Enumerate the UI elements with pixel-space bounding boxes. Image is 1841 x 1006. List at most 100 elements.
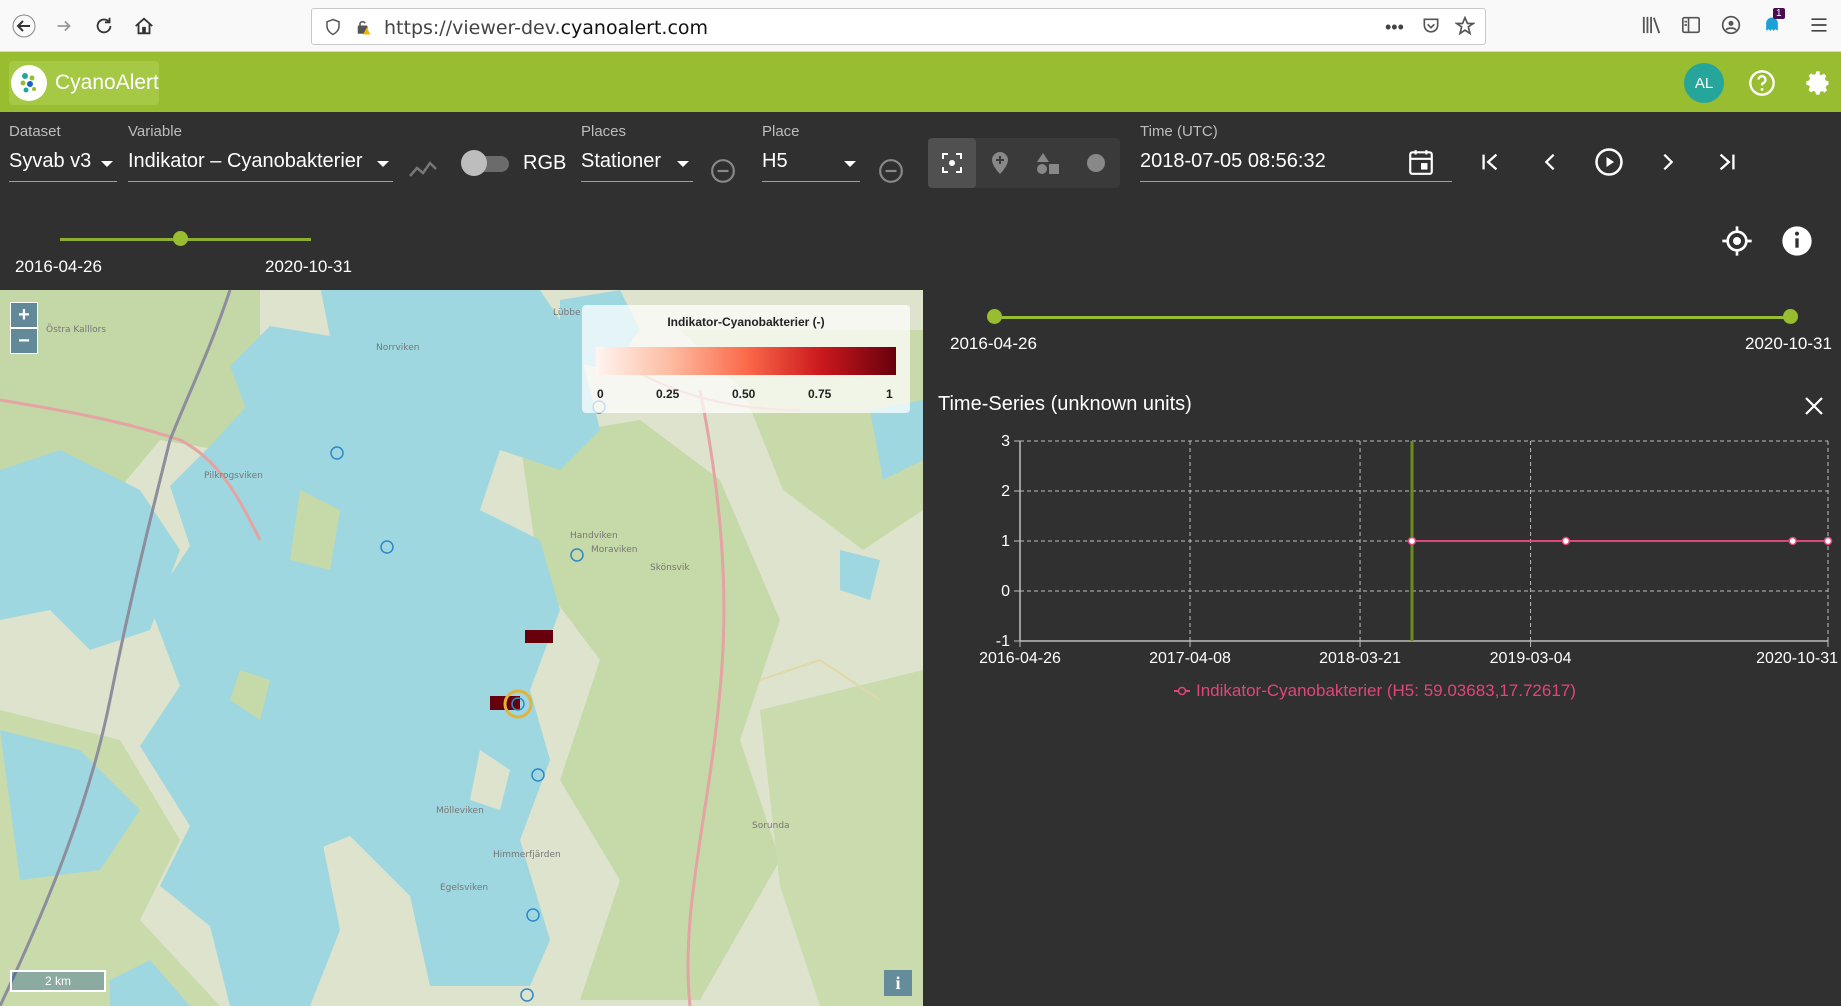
scale-bar: 2 km	[10, 970, 106, 992]
map-view[interactable]: Östra Kalllors Norrviken Pilkrogsviken H…	[0, 290, 923, 1006]
dataset-value: Syvab v3	[9, 150, 92, 172]
x-tick-label: 2016-04-26	[979, 650, 1061, 667]
select-icon	[942, 153, 962, 173]
more-icon[interactable]: •••	[1385, 17, 1404, 38]
zoom-out-button[interactable]: −	[10, 328, 38, 354]
attribution-info-button[interactable]: i	[884, 970, 912, 996]
time-slider-thumb[interactable]	[173, 231, 189, 246]
pocket-icon[interactable]	[1421, 16, 1441, 41]
map-interaction-tools	[928, 138, 1120, 188]
remove-place-icon[interactable]	[878, 158, 904, 189]
svg-text:Östra Kalllors: Östra Kalllors	[46, 324, 106, 335]
y-tick-label: -1	[996, 633, 1010, 650]
url-bar[interactable]: https://viewer-dev.cyanoalert.com •••	[311, 8, 1486, 45]
app-name: CyanoAlert	[55, 71, 159, 94]
user-avatar[interactable]: AL	[1684, 63, 1724, 103]
data-point	[1407, 536, 1417, 546]
series-legend[interactable]: Indikator-Cyanobakterier (H5: 59.03683,1…	[1174, 681, 1576, 701]
place-label: Place	[762, 123, 800, 140]
range-slider-start-thumb[interactable]	[987, 309, 1002, 324]
next-step-button[interactable]	[1644, 138, 1692, 186]
range-start-label: 2016-04-26	[950, 334, 1037, 353]
app-header: CyanoAlert AL	[0, 52, 1841, 112]
color-legend: Indikator-Cyanobakterier (-) 0 0.25 0.50…	[582, 305, 910, 413]
skip-first-icon	[1482, 153, 1498, 171]
prev-step-button[interactable]	[1526, 138, 1574, 186]
time-slider-end: 2020-10-31	[265, 257, 352, 276]
add-circle-button[interactable]	[1072, 138, 1120, 188]
legend-tick: 0.25	[656, 387, 680, 401]
lock-warning-icon[interactable]	[354, 18, 372, 41]
svg-text:Norrviken: Norrviken	[376, 343, 419, 353]
x-tick-label: 2020-10-31	[1756, 650, 1838, 667]
remove-places-icon[interactable]	[710, 158, 736, 189]
menu-icon[interactable]	[1806, 12, 1832, 38]
logo-icon	[11, 65, 47, 101]
chevron-right-icon	[1663, 153, 1674, 171]
y-tick-label: 3	[1001, 433, 1010, 450]
locate-icon[interactable]	[1721, 225, 1753, 262]
star-icon[interactable]	[1453, 15, 1477, 41]
svg-text:Pilkrogsviken: Pilkrogsviken	[204, 471, 263, 481]
places-select[interactable]: Stationer	[581, 146, 693, 182]
data-point	[1561, 536, 1571, 546]
account-icon[interactable]	[1718, 12, 1744, 38]
svg-text:Moraviken: Moraviken	[591, 545, 637, 555]
back-icon[interactable]	[6, 8, 42, 44]
variable-value: Indikator – Cyanobakterier	[128, 150, 363, 172]
last-step-button[interactable]	[1703, 138, 1751, 186]
zoom-in-button[interactable]: +	[10, 302, 38, 328]
forward-icon[interactable]	[46, 8, 82, 44]
dataset-select[interactable]: Syvab v3	[9, 146, 117, 182]
legend-tick: 0	[597, 387, 604, 401]
variable-select[interactable]: Indikator – Cyanobakterier	[128, 146, 393, 182]
series-legend-label: Indikator-Cyanobakterier (H5: 59.03683,1…	[1196, 681, 1576, 700]
sidebar-icon[interactable]	[1678, 12, 1704, 38]
home-icon[interactable]	[126, 8, 162, 44]
reload-icon[interactable]	[86, 8, 122, 44]
shapes-icon	[1037, 153, 1059, 174]
app-logo[interactable]: CyanoAlert	[9, 61, 159, 105]
url-text[interactable]: https://viewer-dev.cyanoalert.com	[384, 17, 708, 39]
timeseries-title: Time-Series (unknown units)	[938, 393, 1192, 415]
add-point-button[interactable]	[976, 138, 1024, 188]
places-value: Stationer	[581, 150, 662, 172]
caret-down-icon	[677, 161, 689, 167]
timeseries-chart-icon[interactable]	[408, 158, 438, 185]
time-input[interactable]: 2018-07-05 08:56:32	[1140, 146, 1452, 182]
extension-badge: 1	[1773, 8, 1785, 19]
settings-gear-icon[interactable]	[1800, 65, 1836, 101]
shield-icon[interactable]	[324, 18, 342, 41]
data-point	[1788, 536, 1797, 546]
legend-tick: 0.50	[732, 387, 756, 401]
range-slider-track[interactable]	[996, 316, 1792, 319]
rgb-toggle-knob[interactable]	[461, 150, 487, 176]
map-pin-icon	[992, 152, 1008, 174]
svg-text:Sorunda: Sorunda	[752, 821, 790, 831]
variable-label: Variable	[128, 123, 182, 140]
range-end-label: 2020-10-31	[1745, 334, 1832, 353]
extension-icon[interactable]: 1	[1759, 8, 1785, 38]
close-timeseries-icon[interactable]	[1800, 392, 1828, 420]
place-select[interactable]: H5	[762, 146, 860, 182]
legend-colorbar	[596, 347, 896, 375]
play-button[interactable]	[1585, 138, 1633, 186]
select-tool-button[interactable]	[928, 138, 976, 188]
data-point	[1823, 536, 1833, 546]
library-icon[interactable]	[1639, 12, 1665, 38]
y-tick-label: 1	[1001, 533, 1010, 550]
svg-text:Egelsviken: Egelsviken	[440, 883, 488, 893]
add-polygon-button[interactable]	[1024, 138, 1072, 188]
caret-down-icon	[101, 161, 113, 167]
info-icon[interactable]	[1781, 225, 1813, 262]
calendar-icon[interactable]	[1408, 148, 1434, 182]
legend-title: Indikator-Cyanobakterier (-)	[667, 315, 825, 329]
caret-down-icon	[377, 161, 389, 167]
svg-text:Handviken: Handviken	[570, 531, 618, 541]
svg-text:Lübbe: Lübbe	[553, 308, 581, 318]
first-step-button[interactable]	[1466, 138, 1514, 186]
x-tick-label: 2019-03-04	[1490, 650, 1572, 667]
help-icon[interactable]	[1744, 65, 1780, 101]
dataset-label: Dataset	[9, 123, 61, 140]
range-slider-end-thumb[interactable]	[1783, 309, 1798, 324]
